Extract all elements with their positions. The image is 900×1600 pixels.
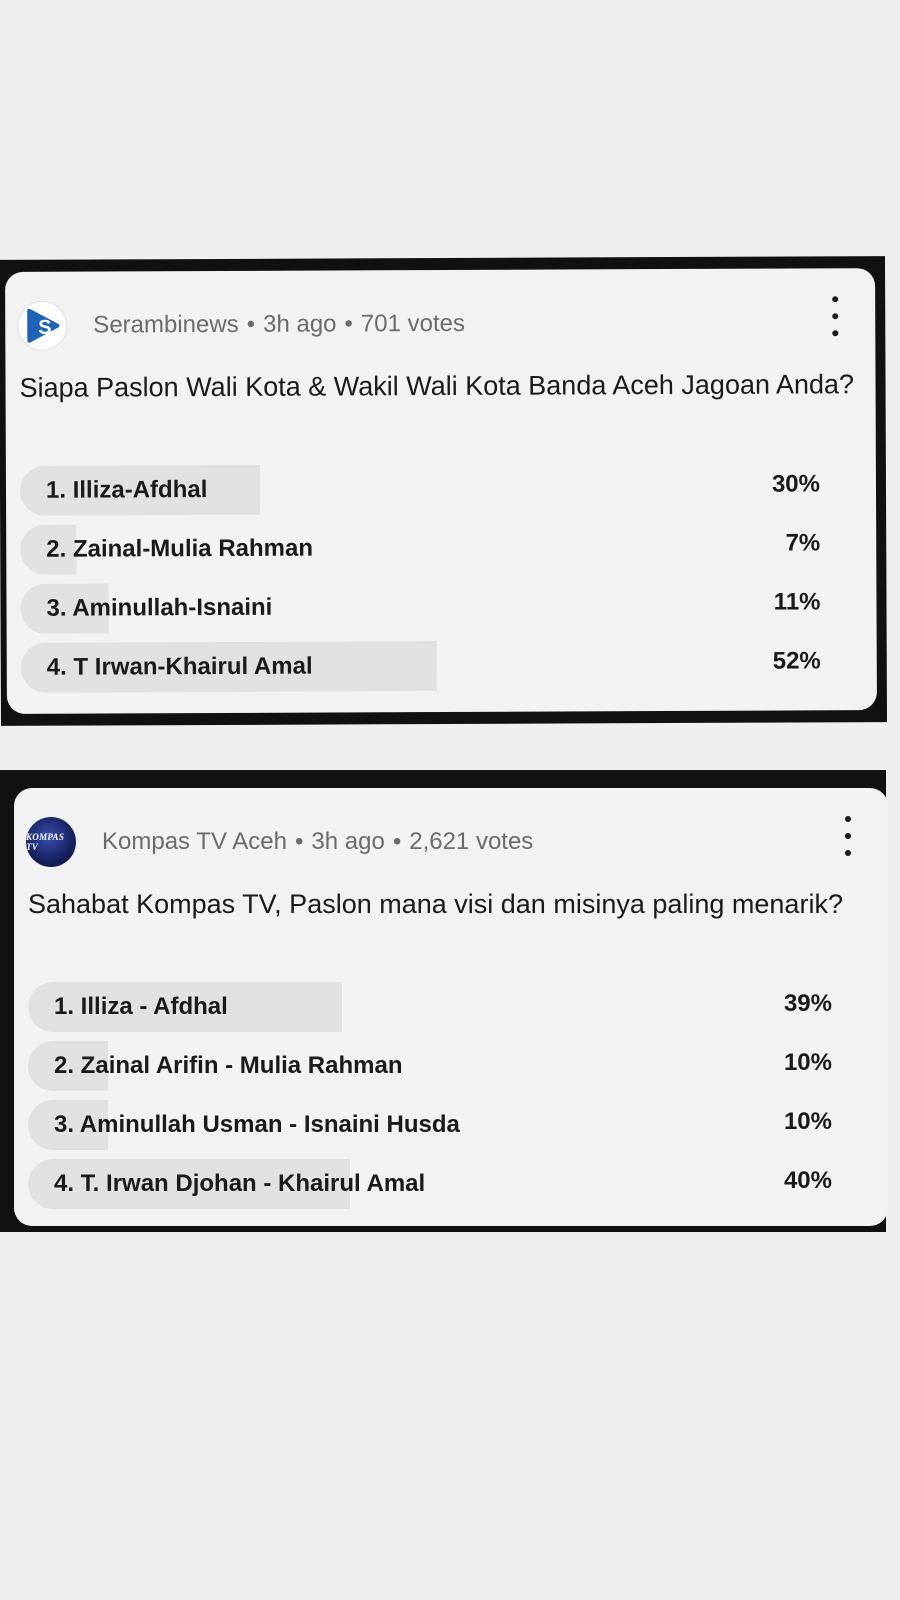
serambinews-logo-icon[interactable]: S [17, 300, 68, 351]
kompas-logo-text: KOMPAS TV [26, 832, 65, 852]
channel-name[interactable]: Serambinews [93, 311, 239, 339]
poll-screenshot-serambinews: S Serambinews • 3h ago • 701 votes Siapa Pas… [0, 256, 888, 726]
post-time: 3h ago [311, 828, 385, 855]
poll-question: Sahabat Kompas TV, Paslon mana visi dan … [28, 889, 843, 919]
poll-option-label: 2. Zainal-Mulia Rahman [46, 534, 314, 563]
vote-count: 2,621 votes [409, 828, 534, 855]
poll-option[interactable]: 2. Zainal-Mulia Rahman 7% [20, 521, 821, 575]
poll-options: 1. Illiza-Afdhal 30% 2. Zainal-Mulia Rah… [19, 462, 821, 701]
separator: • [295, 828, 304, 855]
poll-option-label: 2. Zainal Arifin - Mulia Rahman [54, 1052, 403, 1079]
separator: • [246, 310, 256, 338]
poll-option-percent: 39% [783, 990, 832, 1017]
separator: • [344, 310, 353, 338]
poll-option[interactable]: 1. Illiza - Afdhal 39% [28, 982, 832, 1032]
poll-option-percent: 7% [785, 529, 821, 557]
channel-name[interactable]: Kompas TV Aceh [102, 828, 287, 855]
more-options-icon[interactable] [823, 296, 847, 337]
poll-option-percent: 10% [783, 1049, 832, 1076]
poll-header: KOMPAS TV Kompas TV Aceh • 3h ago • 2,621 vo… [26, 814, 828, 870]
poll-option-label: 4. T. Irwan Djohan - Khairul Amal [54, 1170, 426, 1197]
poll-option-label: 3. Aminullah Usman - Isnaini Husda [54, 1111, 460, 1138]
poll-screenshot-kompas: KOMPAS TV Kompas TV Aceh • 3h ago • 2,621 vo… [0, 770, 888, 1232]
poll-meta: Kompas TV Aceh • 3h ago • 2,621 votes [102, 828, 533, 856]
poll-option[interactable]: 3. Aminullah-Isnaini 11% [20, 580, 821, 634]
poll-option-label: 1. Illiza - Afdhal [54, 993, 228, 1020]
poll-option-label: 3. Aminullah-Isnaini [46, 593, 273, 622]
separator: • [392, 828, 402, 855]
poll-option-percent: 11% [773, 588, 821, 616]
poll-header: S Serambinews • 3h ago • 701 votes [17, 294, 815, 353]
poll-option-percent: 30% [771, 470, 821, 498]
poll-option-label: 4. T Irwan-Khairul Amal [46, 652, 313, 681]
poll-option-label: 1. Illiza-Afdhal [45, 476, 208, 504]
poll-option-percent: 40% [783, 1167, 832, 1194]
poll-option[interactable]: 3. Aminullah Usman - Isnaini Husda 10% [28, 1100, 832, 1150]
poll-card: S Serambinews • 3h ago • 701 votes Siapa Pas… [5, 268, 877, 714]
poll-option[interactable]: 4. T Irwan-Khairul Amal 52% [20, 639, 821, 693]
poll-option-percent: 52% [772, 647, 821, 675]
post-time: 3h ago [263, 310, 337, 338]
poll-question: Siapa Paslon Wali Kota & Wakil Wali Kota… [19, 369, 855, 403]
poll-option[interactable]: 4. T. Irwan Djohan - Khairul Amal 40% [28, 1159, 832, 1209]
more-options-icon[interactable] [836, 816, 860, 856]
poll-meta: Serambinews • 3h ago • 701 votes [93, 310, 465, 340]
poll-option[interactable]: 2. Zainal Arifin - Mulia Rahman 10% [28, 1041, 832, 1091]
poll-card: KOMPAS TV Kompas TV Aceh • 3h ago • 2,621 vo… [14, 788, 888, 1226]
vote-count: 701 votes [360, 309, 466, 338]
svg-text:S: S [38, 317, 51, 339]
poll-options: 1. Illiza - Afdhal 39% 2. Zainal Arifin … [28, 982, 832, 1218]
kompas-tv-logo-icon[interactable]: KOMPAS TV [26, 817, 76, 867]
poll-option-percent: 10% [783, 1108, 832, 1135]
poll-option[interactable]: 1. Illiza-Afdhal 30% [19, 462, 821, 516]
